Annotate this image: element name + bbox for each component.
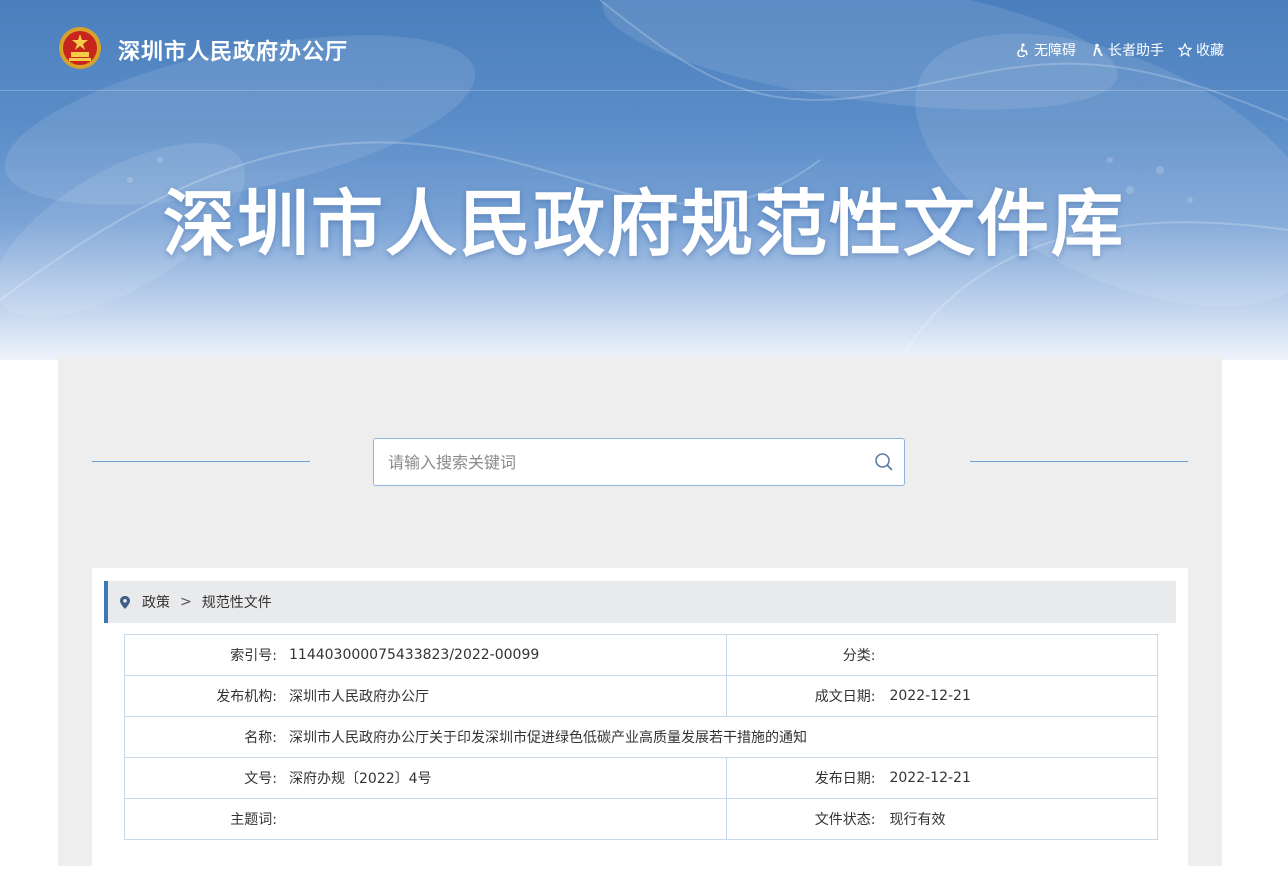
elder-assistant-link[interactable]: 长者助手 (1090, 40, 1164, 60)
breadcrumb: 政策 > 规范性文件 (104, 581, 1176, 623)
doc-no-value: 深府办规〔2022〕4号 (289, 771, 432, 787)
accessibility-icon (1017, 43, 1028, 57)
status-label: 文件状态: (814, 812, 876, 828)
accessibility-link[interactable]: 无障碍 (1016, 40, 1076, 60)
table-row: 发布机构: 深圳市人民政府办公厅 成文日期: 2022-12-21 (123, 675, 1158, 717)
main-panel: 政策 > 规范性文件 索引号: 114403000075433823/2022-… (58, 356, 1222, 866)
table-row: 索引号: 114403000075433823/2022-00099 分类: (123, 634, 1158, 676)
search-input[interactable] (374, 440, 864, 484)
doc-no-label: 文号: (244, 771, 277, 787)
location-pin-icon (120, 595, 130, 609)
written-date-label: 成文日期: (814, 689, 876, 705)
document-content: 政策 > 规范性文件 索引号: 114403000075433823/2022-… (92, 568, 1188, 866)
search-divider-right (970, 461, 1188, 462)
category-label: 分类: (842, 648, 876, 664)
breadcrumb-normative-docs[interactable]: 规范性文件 (202, 592, 272, 612)
search-icon (875, 453, 893, 471)
header-divider (0, 90, 1288, 91)
page-title: 深圳市人民政府规范性文件库 (162, 182, 1125, 266)
search-divider-left (92, 461, 310, 462)
status-value: 现行有效 (889, 812, 946, 828)
breadcrumb-separator: > (180, 594, 192, 610)
star-icon (1178, 43, 1192, 57)
name-label: 名称: (244, 730, 277, 746)
publish-date-value: 2022-12-21 (889, 770, 971, 786)
accessibility-label: 无障碍 (1034, 43, 1076, 59)
written-date-value: 2022-12-21 (889, 688, 971, 704)
search-button[interactable] (864, 440, 904, 484)
table-row: 名称: 深圳市人民政府办公厅关于印发深圳市促进绿色低碳产业高质量发展若干措施的通… (124, 716, 1158, 758)
org-name[interactable]: 深圳市人民政府办公厅 (118, 34, 348, 66)
elder-assistant-label: 长者助手 (1108, 43, 1164, 59)
publish-date-label: 发布日期: (814, 771, 876, 787)
table-row: 主题词: 文件状态: 现行有效 (123, 798, 1158, 840)
breadcrumb-policy[interactable]: 政策 (142, 592, 170, 612)
national-emblem-icon[interactable] (58, 26, 102, 70)
elder-assistant-icon (1093, 43, 1103, 57)
publisher-value: 深圳市人民政府办公厅 (289, 689, 429, 705)
name-value: 深圳市人民政府办公厅关于印发深圳市促进绿色低碳产业高质量发展若干措施的通知 (289, 730, 807, 746)
search-box (373, 438, 905, 486)
keywords-label: 主题词: (230, 812, 277, 828)
banner: 深圳市人民政府办公厅 无障碍 长者助手 收藏 深圳市人民政府规范性文件库 (0, 0, 1288, 360)
publisher-label: 发布机构: (216, 689, 277, 705)
index-no-label: 索引号: (230, 648, 277, 664)
index-no-value: 114403000075433823/2022-00099 (289, 647, 540, 663)
document-info-table: 索引号: 114403000075433823/2022-00099 分类: 发… (123, 634, 1158, 840)
table-row: 文号: 深府办规〔2022〕4号 发布日期: 2022-12-21 (123, 757, 1158, 799)
top-links: 无障碍 长者助手 收藏 (1016, 40, 1224, 60)
favorite-link[interactable]: 收藏 (1178, 40, 1224, 60)
favorite-label: 收藏 (1196, 43, 1224, 59)
